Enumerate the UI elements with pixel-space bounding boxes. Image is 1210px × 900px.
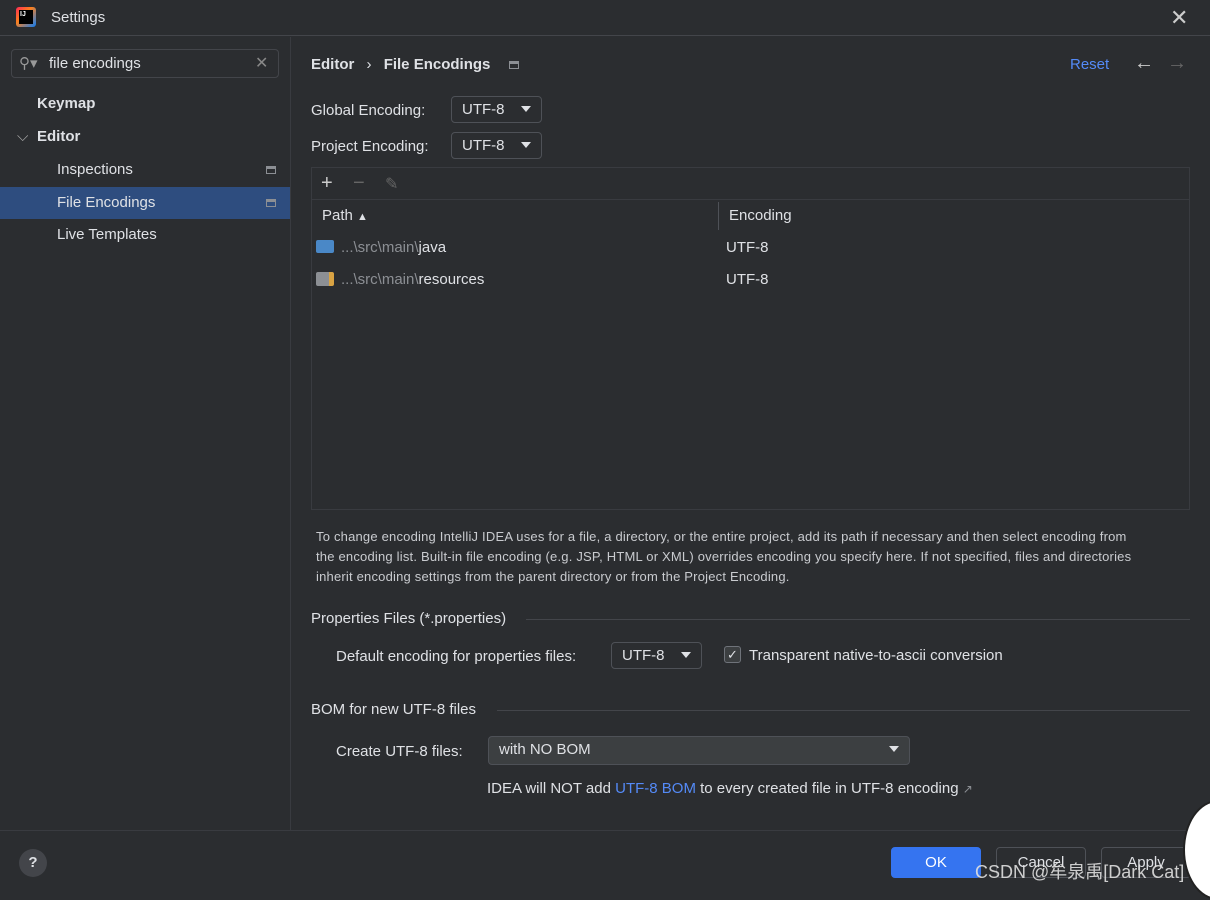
properties-encoding-label: Default encoding for properties files: <box>336 648 577 665</box>
table-row[interactable]: ...\src\main\resources UTF-8 <box>312 264 1189 296</box>
dropdown-arrow-icon <box>521 106 531 112</box>
sidebar-item-label: Editor <box>37 128 81 145</box>
breadcrumb-editor[interactable]: Editor <box>311 56 354 73</box>
section-title: BOM for new UTF-8 files <box>311 701 477 718</box>
column-divider[interactable] <box>718 202 719 230</box>
help-text: To change encoding IntelliJ IDEA uses fo… <box>316 529 1132 584</box>
sidebar: ⚲▾ file encodings ✕ Keymap ⌵ Editor Inspe… <box>0 37 291 830</box>
project-scope-icon <box>508 61 519 69</box>
folder-icon <box>316 240 334 253</box>
sort-ascending-icon: ▲ <box>357 211 368 223</box>
row-encoding[interactable]: UTF-8 <box>726 271 769 288</box>
dropdown-value: UTF-8 <box>462 101 505 118</box>
reset-link[interactable]: Reset <box>1070 56 1109 73</box>
search-input[interactable]: ⚲▾ file encodings ✕ <box>11 49 279 78</box>
sidebar-item-label: Keymap <box>37 95 96 112</box>
path-prefix: ...\src\main\ <box>341 271 419 288</box>
sidebar-item-live-templates[interactable]: Live Templates <box>0 219 290 251</box>
column-label: Path <box>322 207 353 224</box>
breadcrumb-separator: › <box>366 56 372 73</box>
path-prefix: ...\src\main\ <box>341 239 419 256</box>
sidebar-item-keymap[interactable]: Keymap <box>0 88 290 120</box>
bom-section-header: BOM for new UTF-8 files <box>311 701 1190 718</box>
column-header-encoding[interactable]: Encoding <box>729 207 792 224</box>
separator <box>526 619 1190 620</box>
path-name: resources <box>418 271 485 288</box>
row-encoding[interactable]: UTF-8 <box>726 239 769 256</box>
watermark-text: CSDN @牟泉禹[Dark Cat] <box>975 862 1185 882</box>
project-encoding-dropdown[interactable]: UTF-8 <box>451 132 542 159</box>
sidebar-item-editor[interactable]: ⌵ Editor <box>0 121 290 153</box>
bom-dropdown[interactable]: with NO BOM <box>488 736 910 765</box>
column-header-path[interactable]: Path ▲ <box>322 207 368 224</box>
project-scope-icon <box>266 199 276 207</box>
native-to-ascii-label[interactable]: Transparent native-to-ascii conversion <box>749 647 1003 664</box>
dropdown-value: UTF-8 <box>462 137 505 154</box>
note-text: IDEA will NOT add <box>487 780 616 797</box>
table-toolbar: + − ✎ <box>312 168 1189 200</box>
global-encoding-label: Global Encoding: <box>311 102 426 119</box>
remove-icon[interactable]: − <box>353 172 365 195</box>
dropdown-arrow-icon <box>889 746 899 752</box>
separator <box>497 710 1190 711</box>
forward-arrow-icon[interactable]: → <box>1167 52 1187 75</box>
resources-folder-icon <box>316 272 334 286</box>
window-title: Settings <box>51 9 106 26</box>
project-scope-icon <box>266 166 276 174</box>
bom-note: IDEA will NOT add UTF-8 BOM to every cre… <box>487 780 973 797</box>
ok-button[interactable]: OK <box>891 847 981 878</box>
table-row[interactable]: ...\src\main\java UTF-8 <box>312 232 1189 264</box>
back-arrow-icon[interactable]: ← <box>1134 52 1154 75</box>
close-icon[interactable]: ✕ <box>1170 5 1188 31</box>
table-header: Path ▲ Encoding <box>312 200 1189 232</box>
dropdown-value: UTF-8 <box>622 647 665 664</box>
global-encoding-dropdown[interactable]: UTF-8 <box>451 96 542 123</box>
help-icon[interactable]: ? <box>19 849 47 877</box>
sidebar-item-label: File Encodings <box>57 194 156 211</box>
checkmark-icon: ✓ <box>727 647 738 662</box>
intellij-logo-icon: IJ <box>16 7 36 27</box>
dropdown-arrow-icon <box>681 652 691 658</box>
note-text: to every created file in UTF-8 encoding <box>695 780 959 797</box>
chevron-down-icon[interactable]: ⌵ <box>17 121 28 153</box>
path-name: java <box>418 239 447 256</box>
dropdown-arrow-icon <box>521 142 531 148</box>
create-utf8-label: Create UTF-8 files: <box>336 743 463 760</box>
utf8-bom-link[interactable]: UTF-8 BOM <box>615 780 696 797</box>
dropdown-value: with NO BOM <box>499 741 591 758</box>
sidebar-item-inspections[interactable]: Inspections <box>0 154 290 186</box>
external-link-icon: ↗ <box>962 782 973 796</box>
search-value[interactable]: file encodings <box>49 55 141 72</box>
breadcrumb: Editor › File Encodings <box>311 56 519 73</box>
native-to-ascii-checkbox[interactable]: ✓ <box>724 646 741 663</box>
properties-section-header: Properties Files (*.properties) <box>311 610 1190 627</box>
sidebar-item-label: Inspections <box>57 161 133 178</box>
edit-pencil-icon[interactable]: ✎ <box>385 174 398 194</box>
path-encoding-table: + − ✎ Path ▲ Encoding ...\src\main\java … <box>311 167 1190 510</box>
properties-encoding-dropdown[interactable]: UTF-8 <box>611 642 702 669</box>
section-title: Properties Files (*.properties) <box>311 610 507 627</box>
project-encoding-label: Project Encoding: <box>311 138 429 155</box>
main-panel: Editor › File Encodings Reset ← → Global… <box>291 37 1210 830</box>
breadcrumb-file-encodings: File Encodings <box>383 56 491 73</box>
title-bar: IJ Settings ✕ <box>0 0 1210 36</box>
search-icon: ⚲▾ <box>19 55 38 72</box>
add-icon[interactable]: + <box>321 172 333 195</box>
clear-search-icon[interactable]: ✕ <box>255 53 268 73</box>
sidebar-item-label: Live Templates <box>57 226 157 243</box>
sidebar-item-file-encodings[interactable]: File Encodings <box>0 187 290 219</box>
